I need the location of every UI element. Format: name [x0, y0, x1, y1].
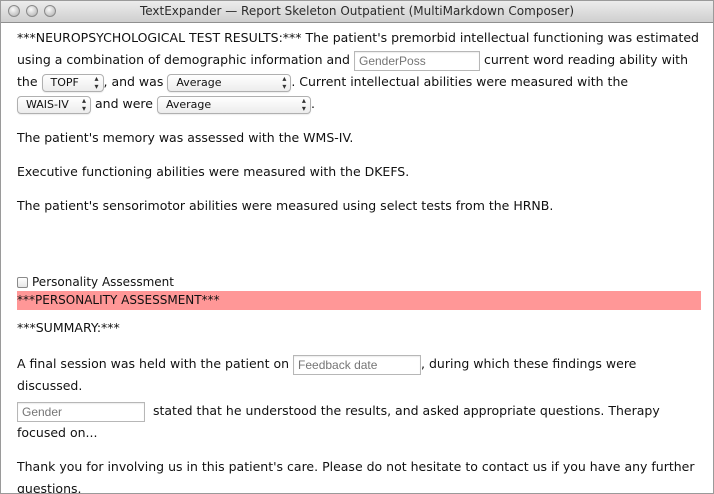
memory-paragraph: The patient's memory was assessed with t…	[17, 130, 354, 145]
summary-text-1: A final session was held with the patien…	[17, 356, 290, 371]
feedback-date-field[interactable]	[293, 354, 422, 375]
personality-checkbox-row[interactable]: Personality Assessment	[17, 273, 174, 291]
test-select-value: TOPF	[50, 75, 79, 89]
neuro-text-4: . Current intellectual abilities were me…	[291, 74, 629, 89]
were-select[interactable]: Average ▴ ▾	[156, 95, 311, 114]
were-select-value: Average	[165, 97, 212, 111]
updown-arrows-icon: ▴ ▾	[301, 95, 306, 113]
wais-select-value: WAIS-IV	[26, 97, 69, 111]
wais-select[interactable]: WAIS-IV ▴ ▾	[17, 95, 91, 114]
gender-field[interactable]	[17, 401, 145, 422]
level-select[interactable]: Average ▴ ▾	[167, 73, 292, 92]
sensorimotor-paragraph: The patient's sensorimotor abilities wer…	[17, 198, 554, 213]
window-title: TextExpander — Report Skeleton Outpatien…	[139, 4, 575, 18]
level-select-value: Average	[176, 75, 222, 89]
summary-heading: ***SUMMARY:***	[17, 320, 120, 335]
neuro-text-5: and were	[94, 96, 153, 111]
closing-paragraph: Thank you for involving us in this patie…	[17, 459, 695, 494]
updown-arrows-icon: ▴ ▾	[282, 73, 287, 91]
neuro-text-3: , and was	[103, 74, 164, 89]
updown-arrows-icon: ▴ ▾	[94, 73, 99, 91]
title-bar: TextExpander — Report Skeleton Outpatien…	[1, 1, 713, 23]
document-body: ***NEUROPSYCHOLOGICAL TEST RESULTS:*** T…	[17, 27, 701, 493]
personality-checkbox[interactable]	[17, 276, 28, 288]
personality-heading: ***PERSONALITY ASSESSMENT***	[17, 291, 701, 310]
composer-window: TextExpander — Report Skeleton Outpatien…	[0, 0, 714, 494]
personality-checkbox-label: Personality Assessment	[32, 275, 174, 289]
gender-poss-field[interactable]	[353, 50, 480, 71]
summary-section: ***SUMMARY:*** A final session was held …	[17, 317, 701, 494]
updown-arrows-icon: ▴ ▾	[81, 95, 86, 113]
neuro-text-6: .	[310, 96, 315, 111]
neuro-results-paragraph: ***NEUROPSYCHOLOGICAL TEST RESULTS:*** T…	[17, 27, 701, 115]
summary-paragraph-2: stated that he understood the results, a…	[17, 400, 701, 444]
executive-paragraph: Executive functioning abilities were mea…	[17, 164, 410, 179]
summary-paragraph: A final session was held with the patien…	[17, 353, 701, 397]
test-select[interactable]: TOPF ▴ ▾	[41, 73, 104, 92]
